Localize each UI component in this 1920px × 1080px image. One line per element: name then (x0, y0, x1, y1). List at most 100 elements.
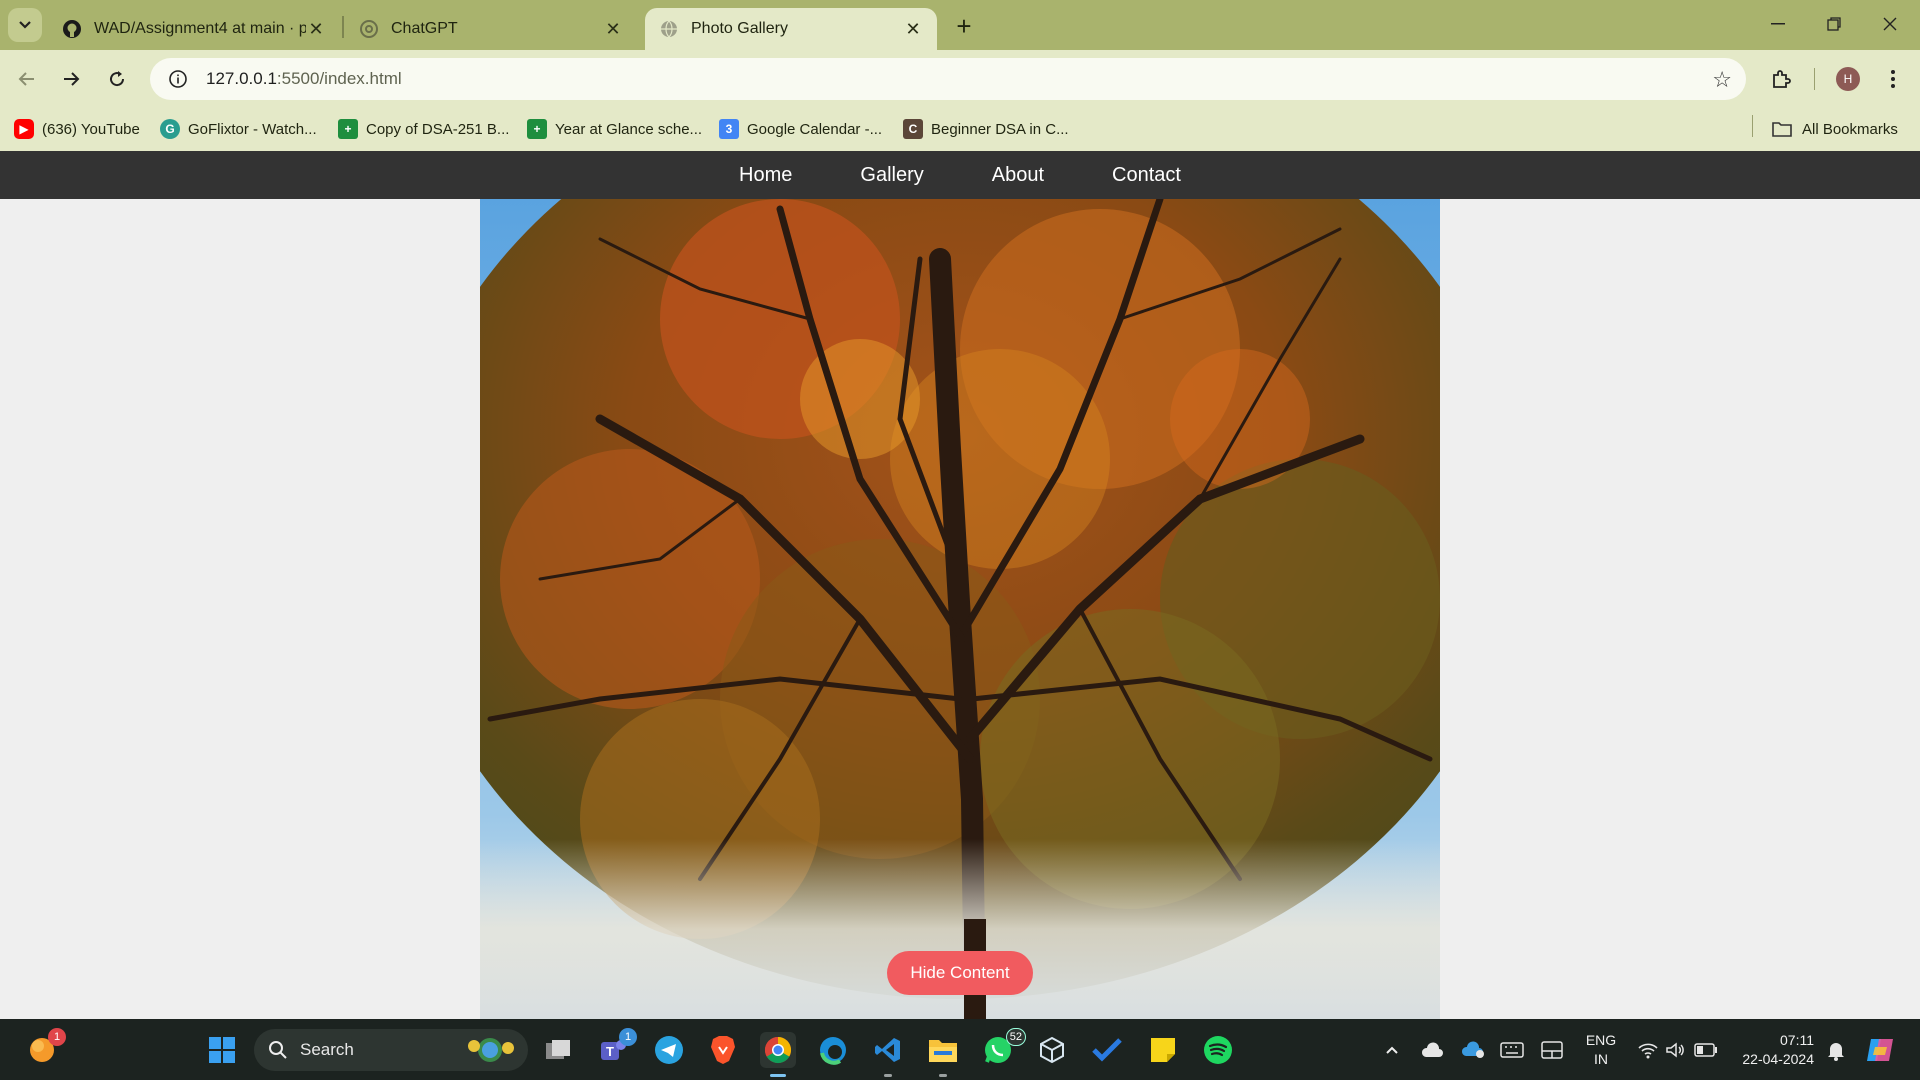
onedrive-tray[interactable] (1414, 1032, 1450, 1068)
search-label: Search (300, 1040, 354, 1059)
youtube-icon: ▶ (14, 119, 34, 139)
clock[interactable]: 07:11 22-04-2024 (1730, 1031, 1822, 1069)
new-tab-button[interactable]: + (948, 10, 980, 42)
nav-home[interactable]: Home (705, 164, 826, 187)
restore-icon (1827, 17, 1841, 31)
telegram-app[interactable] (651, 1032, 687, 1068)
weather-badge: 1 (48, 1028, 66, 1046)
language-indicator[interactable]: ENG IN (1578, 1031, 1624, 1069)
arrow-right-icon (64, 72, 80, 86)
wifi-icon (1638, 1043, 1658, 1059)
menu-button[interactable] (1874, 60, 1912, 98)
url-text: 127.0.0.1:5500/index.html (206, 69, 402, 89)
all-bookmarks-button[interactable]: All Bookmarks (1772, 114, 1898, 144)
search-icon (268, 1040, 288, 1060)
bookmark-year-glance[interactable]: + Year at Glance sche... (527, 114, 702, 144)
brave-app[interactable] (705, 1032, 741, 1068)
reload-button[interactable] (98, 60, 136, 98)
forward-button[interactable] (52, 60, 90, 98)
minimize-button[interactable] (1750, 0, 1806, 48)
nav-about[interactable]: About (958, 164, 1078, 187)
tab-title: Photo Gallery (691, 20, 788, 37)
keyboard-tray[interactable] (1494, 1032, 1530, 1068)
vscode-app[interactable] (870, 1032, 906, 1077)
taskbar-search[interactable]: Search (254, 1029, 528, 1071)
copilot-icon (1867, 1039, 1893, 1061)
minimize-icon (1771, 23, 1785, 25)
close-tab-icon[interactable]: ✕ (306, 19, 326, 39)
spotify-app[interactable] (1200, 1032, 1236, 1068)
notifications-tray[interactable] (1818, 1032, 1854, 1068)
tab-divider (342, 16, 344, 38)
clock-date: 22-04-2024 (1742, 1051, 1814, 1067)
bookmark-star-icon[interactable]: ☆ (1712, 67, 1732, 93)
battery-tray[interactable] (1688, 1032, 1724, 1068)
nav-gallery[interactable]: Gallery (826, 164, 957, 187)
onedrive-sync-tray[interactable] (1455, 1032, 1491, 1068)
bookmark-youtube[interactable]: ▶ (636) YouTube (14, 114, 140, 144)
clock-time: 07:11 (1780, 1032, 1814, 1048)
bookmark-google-calendar[interactable]: 3 Google Calendar -... (719, 114, 882, 144)
folder-icon (929, 1040, 957, 1062)
profile-avatar[interactable]: H (1836, 67, 1860, 91)
close-tab-icon[interactable]: ✕ (903, 19, 923, 39)
tab-chatgpt[interactable]: ChatGPT ✕ (345, 8, 637, 50)
hide-content-button[interactable]: Hide Content (887, 951, 1033, 995)
bookmark-label: (636) YouTube (42, 120, 140, 138)
tray-overflow-button[interactable] (1374, 1032, 1410, 1068)
chrome-app[interactable] (760, 1032, 796, 1077)
task-view-button[interactable] (540, 1032, 576, 1068)
tab-title: ChatGPT (391, 20, 458, 37)
file-explorer-app[interactable] (925, 1032, 961, 1077)
windows-taskbar: 1 Search T 1 52 ENG IN 07:11 22-04-2024 (0, 1019, 1920, 1080)
browser-toolbar: 127.0.0.1:5500/index.html ☆ H (0, 50, 1920, 108)
bookmark-beginner-dsa[interactable]: C Beginner DSA in C... (903, 114, 1069, 144)
display-tray[interactable] (1534, 1032, 1570, 1068)
nav-contact[interactable]: Contact (1078, 164, 1215, 187)
virtualbox-app[interactable] (1034, 1032, 1070, 1068)
windows-logo-icon (209, 1037, 235, 1063)
bookmark-label: Copy of DSA-251 B... (366, 120, 510, 138)
start-button[interactable] (204, 1032, 240, 1068)
back-button[interactable] (8, 60, 46, 98)
whatsapp-badge: 52 (1005, 1028, 1026, 1046)
whatsapp-app[interactable]: 52 (980, 1028, 1026, 1068)
site-info-icon[interactable] (158, 69, 198, 89)
all-bookmarks-label: All Bookmarks (1802, 120, 1898, 138)
close-icon (1883, 17, 1897, 31)
running-indicator (939, 1074, 947, 1077)
bookmark-dsa-sheet[interactable]: + Copy of DSA-251 B... (338, 114, 509, 144)
speaker-icon (1666, 1042, 1684, 1058)
tab-search-button[interactable] (8, 8, 42, 42)
bookmark-goflixtor[interactable]: G GoFlixtor - Watch... (160, 114, 317, 144)
extensions-button[interactable] (1762, 60, 1800, 98)
kebab-menu-icon (1891, 70, 1895, 88)
puzzle-icon (1773, 70, 1791, 88)
teams-app[interactable]: T 1 (595, 1028, 637, 1068)
restore-button[interactable] (1806, 0, 1862, 48)
chatgpt-icon (359, 19, 379, 39)
tab-strip: WAD/Assignment4 at main · p ✕ ChatGPT ✕ … (0, 0, 1920, 50)
edge-app[interactable] (815, 1032, 851, 1068)
chevron-down-icon (19, 21, 31, 29)
todo-app[interactable] (1089, 1032, 1125, 1068)
codechef-icon: C (903, 119, 923, 139)
close-tab-icon[interactable]: ✕ (603, 19, 623, 39)
url-host: 127.0.0.1 (206, 69, 277, 88)
tab-github[interactable]: WAD/Assignment4 at main · p ✕ (48, 8, 340, 50)
weather-widget[interactable]: 1 (24, 1028, 66, 1068)
copilot-button[interactable] (1862, 1032, 1898, 1068)
bell-icon (1828, 1043, 1844, 1061)
keyboard-icon (1500, 1042, 1524, 1058)
address-bar[interactable]: 127.0.0.1:5500/index.html ☆ (150, 58, 1746, 100)
telegram-icon (655, 1036, 683, 1064)
close-window-button[interactable] (1862, 0, 1918, 48)
url-path: :5500/index.html (276, 69, 402, 88)
edge-icon (820, 1037, 846, 1065)
sticky-notes-app[interactable] (1145, 1032, 1181, 1068)
bookmarks-bar: ▶ (636) YouTube G GoFlixtor - Watch... +… (0, 108, 1920, 151)
battery-icon (1694, 1043, 1717, 1057)
language-code: ENG (1585, 1032, 1617, 1048)
tab-photo-gallery[interactable]: Photo Gallery ✕ (645, 8, 937, 50)
sheets-icon: + (338, 119, 358, 139)
